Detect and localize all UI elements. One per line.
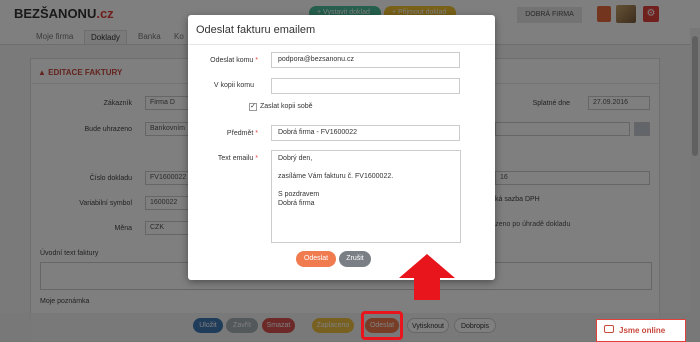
- subject-label: Předmět *: [226, 130, 258, 137]
- arrow-up-icon: [399, 254, 455, 300]
- send-button-highlight: [361, 311, 403, 340]
- to-email-field[interactable]: podpora@bezsanonu.cz: [271, 52, 460, 68]
- chat-icon: [604, 325, 614, 333]
- cc-label: V kopii komu: [213, 82, 254, 89]
- copy-self-label: Zaslat kopii sobě: [260, 103, 313, 110]
- cc-email-field[interactable]: [271, 78, 460, 94]
- to-label: Odeslat komu *: [210, 57, 258, 64]
- subject-field[interactable]: Dobrá firma - FV1600022: [271, 125, 460, 141]
- email-body-field[interactable]: Dobrý den, zasíláme Vám fakturu č. FV160…: [271, 150, 461, 243]
- dialog-cancel-button[interactable]: Zrušit: [339, 251, 371, 267]
- dialog-send-button[interactable]: Odeslat: [296, 251, 336, 267]
- copy-self-checkbox[interactable]: ✓: [249, 103, 257, 111]
- body-label: Text emailu *: [217, 155, 258, 162]
- dialog-title: Odeslat fakturu emailem: [196, 24, 316, 36]
- dialog-divider: [189, 44, 494, 45]
